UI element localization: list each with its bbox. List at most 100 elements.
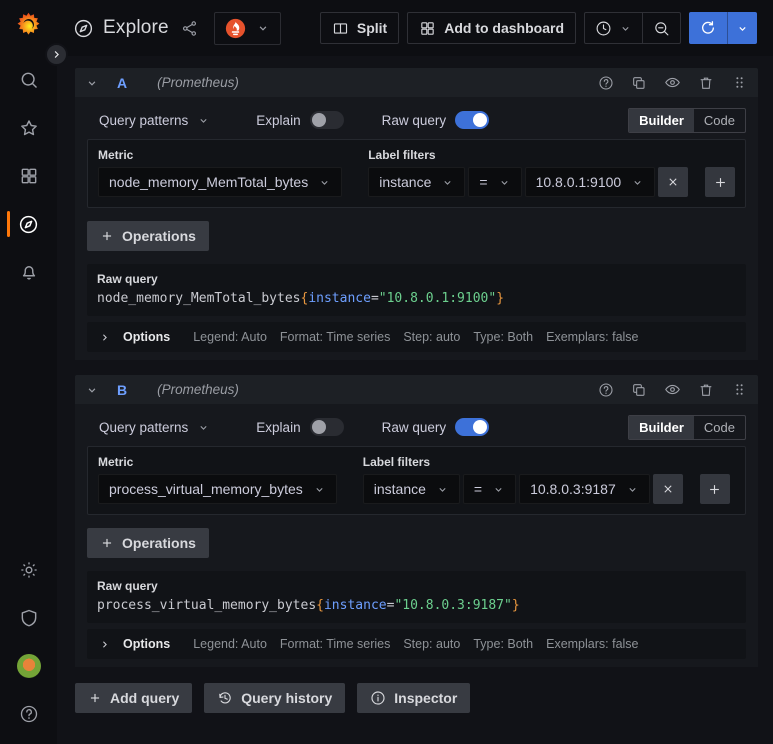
time-range-picker[interactable] [585, 13, 642, 43]
chevron-right-icon[interactable] [98, 331, 111, 344]
metric-select[interactable]: node_memory_MemTotal_bytes [98, 167, 343, 197]
share-icon[interactable] [181, 20, 198, 37]
filter-value: 10.8.0.1:9100 [535, 174, 622, 190]
query-history-button[interactable]: Query history [204, 683, 346, 713]
query-row-a-header[interactable]: A (Prometheus) [75, 68, 758, 97]
sidebar-expand-button[interactable] [45, 43, 68, 66]
filter-label-select[interactable]: instance [368, 167, 466, 197]
add-operation-button[interactable]: Operations [87, 528, 209, 558]
star-icon [19, 118, 39, 138]
sidebar-item-profile[interactable] [0, 642, 57, 690]
raw-label-token: instance [308, 291, 371, 306]
raw-query-toggle[interactable] [455, 418, 490, 436]
zoom-out-icon [653, 20, 670, 37]
raw-query-label: Raw query [381, 112, 447, 128]
plus-icon [88, 691, 102, 705]
raw-query-panel-label: Raw query [97, 272, 158, 286]
filter-value-select[interactable]: 10.8.0.3:9187 [519, 474, 650, 504]
raw-query-panel: Raw query process_virtual_memory_bytes{i… [87, 571, 746, 623]
query-options-row[interactable]: Options Legend: Auto Format: Time series… [87, 629, 746, 659]
filter-operator-select[interactable]: = [462, 474, 517, 504]
run-query-button[interactable] [689, 12, 727, 44]
query-patterns-label: Query patterns [99, 419, 189, 435]
metric-value: process_virtual_memory_bytes [109, 481, 303, 497]
query-help-icon[interactable] [598, 382, 614, 398]
duplicate-query-icon[interactable] [631, 382, 647, 398]
toggle-visibility-icon[interactable] [664, 381, 681, 398]
toggle-visibility-icon[interactable] [664, 74, 681, 91]
refresh-interval-dropdown[interactable] [727, 12, 757, 44]
add-to-dashboard-label: Add to dashboard [444, 20, 564, 36]
metric-field: Metric process_virtual_memory_bytes [98, 455, 337, 504]
operations-label: Operations [122, 228, 196, 244]
options-title[interactable]: Options [123, 330, 170, 344]
grafana-logo[interactable] [15, 0, 42, 42]
options-title[interactable]: Options [123, 637, 170, 651]
chevron-down-icon [619, 22, 632, 35]
zoom-out-time-button[interactable] [642, 13, 680, 43]
query-row-a: A (Prometheus) Query patterns Explain Ra… [75, 68, 758, 360]
explore-compass-icon [73, 18, 94, 39]
split-button[interactable]: Split [319, 12, 400, 44]
delete-query-icon[interactable] [698, 382, 714, 398]
drag-handle-icon[interactable] [731, 74, 748, 91]
plus-icon [100, 229, 114, 243]
chevron-down-icon [631, 176, 644, 189]
chevron-down-icon [313, 483, 326, 496]
explain-toggle[interactable] [309, 111, 344, 129]
explain-toggle[interactable] [309, 418, 344, 436]
sidebar-item-alerting[interactable] [0, 248, 57, 296]
collapse-chevron-icon[interactable] [85, 383, 99, 397]
chevron-right-icon[interactable] [98, 638, 111, 651]
page-title: Explore [103, 17, 169, 38]
label-filters-field: Label filters instance = 10.8.0.1:9100 [368, 148, 736, 197]
sidebar-item-starred[interactable] [0, 104, 57, 152]
duplicate-query-icon[interactable] [631, 75, 647, 91]
code-mode-option[interactable]: Code [694, 416, 745, 439]
help-icon [19, 704, 39, 724]
query-options-row[interactable]: Options Legend: Auto Format: Time series… [87, 322, 746, 352]
query-patterns-dropdown[interactable]: Query patterns [99, 113, 210, 128]
inspector-button[interactable]: Inspector [357, 683, 471, 713]
drag-handle-icon[interactable] [731, 381, 748, 398]
label-filters-label: Label filters [368, 148, 436, 162]
history-icon [217, 690, 233, 706]
query-help-icon[interactable] [598, 75, 614, 91]
plus-icon [100, 536, 114, 550]
raw-label-token: instance [323, 598, 387, 613]
query-row-b-header[interactable]: B (Prometheus) [75, 375, 758, 404]
query-patterns-dropdown[interactable]: Query patterns [99, 420, 210, 435]
raw-query-toggle[interactable] [455, 111, 490, 129]
info-icon [370, 690, 386, 706]
metric-select[interactable]: process_virtual_memory_bytes [98, 474, 337, 504]
filter-operator-select[interactable]: = [468, 167, 522, 197]
add-filter-button[interactable] [705, 167, 736, 197]
user-avatar [16, 654, 41, 678]
metric-field: Metric node_memory_MemTotal_bytes [98, 148, 343, 197]
sidebar-item-help[interactable] [0, 690, 57, 738]
sidebar-item-explore[interactable] [0, 200, 57, 248]
add-query-button[interactable]: Add query [75, 683, 193, 713]
filter-value-select[interactable]: 10.8.0.1:9100 [524, 167, 656, 197]
add-operation-button[interactable]: Operations [87, 221, 209, 251]
delete-query-icon[interactable] [698, 75, 714, 91]
code-mode-option[interactable]: Code [694, 109, 745, 132]
collapse-chevron-icon[interactable] [85, 76, 99, 90]
builder-mode-option[interactable]: Builder [629, 415, 694, 439]
add-filter-button[interactable] [699, 474, 730, 504]
plus-icon [713, 175, 728, 190]
sidebar-item-configuration[interactable] [0, 546, 57, 594]
remove-filter-button[interactable] [652, 474, 683, 504]
times-icon [666, 175, 680, 189]
query-patterns-label: Query patterns [99, 112, 189, 128]
add-to-dashboard-button[interactable]: Add to dashboard [407, 12, 576, 44]
plus-icon [707, 482, 722, 497]
raw-metric-token: node_memory_MemTotal_bytes [97, 291, 301, 306]
remove-filter-button[interactable] [658, 167, 689, 197]
builder-mode-option[interactable]: Builder [629, 108, 694, 132]
sidebar-item-server-admin[interactable] [0, 594, 57, 642]
datasource-picker[interactable] [213, 11, 281, 45]
search-icon [19, 70, 39, 90]
filter-label-select[interactable]: instance [362, 474, 460, 504]
sidebar-item-dashboards[interactable] [0, 152, 57, 200]
